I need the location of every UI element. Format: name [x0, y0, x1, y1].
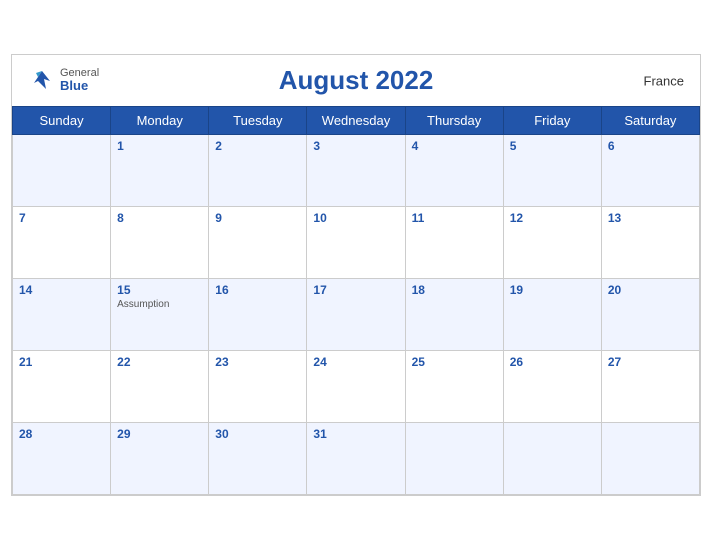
day-number: 19: [510, 283, 595, 297]
list-item: 4: [405, 135, 503, 207]
country-label: France: [644, 73, 684, 88]
list-item: 28: [13, 423, 111, 495]
day-number: 1: [117, 139, 202, 153]
list-item: 24: [307, 351, 405, 423]
table-row: 123456: [13, 135, 700, 207]
list-item: 25: [405, 351, 503, 423]
day-number: 25: [412, 355, 497, 369]
logo-text: General Blue: [60, 67, 99, 93]
header-sunday: Sunday: [13, 107, 111, 135]
day-number: 28: [19, 427, 104, 441]
day-number: 20: [608, 283, 693, 297]
weekday-header-row: Sunday Monday Tuesday Wednesday Thursday…: [13, 107, 700, 135]
list-item: 5: [503, 135, 601, 207]
logo-bird-icon: [28, 67, 56, 95]
list-item: 15 Assumption: [111, 279, 209, 351]
day-number: 17: [313, 283, 398, 297]
list-item: 11: [405, 207, 503, 279]
day-number: 24: [313, 355, 398, 369]
list-item: 21: [13, 351, 111, 423]
list-item: 17: [307, 279, 405, 351]
day-number: 26: [510, 355, 595, 369]
day-number: 4: [412, 139, 497, 153]
list-item: [13, 135, 111, 207]
list-item: 2: [209, 135, 307, 207]
day-number: 16: [215, 283, 300, 297]
list-item: 19: [503, 279, 601, 351]
day-number: 31: [313, 427, 398, 441]
list-item: 18: [405, 279, 503, 351]
list-item: [503, 423, 601, 495]
day-number: 22: [117, 355, 202, 369]
day-number: 29: [117, 427, 202, 441]
list-item: 8: [111, 207, 209, 279]
logo: General Blue: [28, 67, 99, 95]
list-item: [601, 423, 699, 495]
day-number: 27: [608, 355, 693, 369]
table-row: 14 15 Assumption 16 17 18 19 20: [13, 279, 700, 351]
list-item: 16: [209, 279, 307, 351]
list-item: 3: [307, 135, 405, 207]
list-item: [405, 423, 503, 495]
list-item: 1: [111, 135, 209, 207]
header-monday: Monday: [111, 107, 209, 135]
list-item: 23: [209, 351, 307, 423]
header-thursday: Thursday: [405, 107, 503, 135]
day-number: 2: [215, 139, 300, 153]
calendar-table: Sunday Monday Tuesday Wednesday Thursday…: [12, 106, 700, 495]
day-number: 23: [215, 355, 300, 369]
day-number: 10: [313, 211, 398, 225]
logo-blue: Blue: [60, 79, 99, 93]
table-row: 28 29 30 31: [13, 423, 700, 495]
day-number: 7: [19, 211, 104, 225]
header-tuesday: Tuesday: [209, 107, 307, 135]
day-number: 15: [117, 283, 202, 297]
day-number: 11: [412, 211, 497, 225]
table-row: 21 22 23 24 25 26 27: [13, 351, 700, 423]
day-number: 30: [215, 427, 300, 441]
list-item: 22: [111, 351, 209, 423]
list-item: 14: [13, 279, 111, 351]
day-number: 8: [117, 211, 202, 225]
header-friday: Friday: [503, 107, 601, 135]
list-item: 20: [601, 279, 699, 351]
list-item: 12: [503, 207, 601, 279]
list-item: 29: [111, 423, 209, 495]
day-number: 3: [313, 139, 398, 153]
calendar: General Blue August 2022 France Sunday M…: [11, 54, 701, 496]
day-event: Assumption: [117, 299, 202, 310]
day-number: 12: [510, 211, 595, 225]
list-item: 7: [13, 207, 111, 279]
day-number: 13: [608, 211, 693, 225]
day-number: 21: [19, 355, 104, 369]
page-title: August 2022: [279, 65, 434, 96]
list-item: 30: [209, 423, 307, 495]
list-item: 27: [601, 351, 699, 423]
list-item: 13: [601, 207, 699, 279]
list-item: 9: [209, 207, 307, 279]
day-number: 5: [510, 139, 595, 153]
day-number: 18: [412, 283, 497, 297]
calendar-header: General Blue August 2022 France: [12, 55, 700, 106]
list-item: 6: [601, 135, 699, 207]
header-saturday: Saturday: [601, 107, 699, 135]
header-wednesday: Wednesday: [307, 107, 405, 135]
list-item: 31: [307, 423, 405, 495]
list-item: 26: [503, 351, 601, 423]
day-number: 9: [215, 211, 300, 225]
table-row: 789 10 11 12 13: [13, 207, 700, 279]
day-number: 6: [608, 139, 693, 153]
day-number: 14: [19, 283, 104, 297]
list-item: 10: [307, 207, 405, 279]
